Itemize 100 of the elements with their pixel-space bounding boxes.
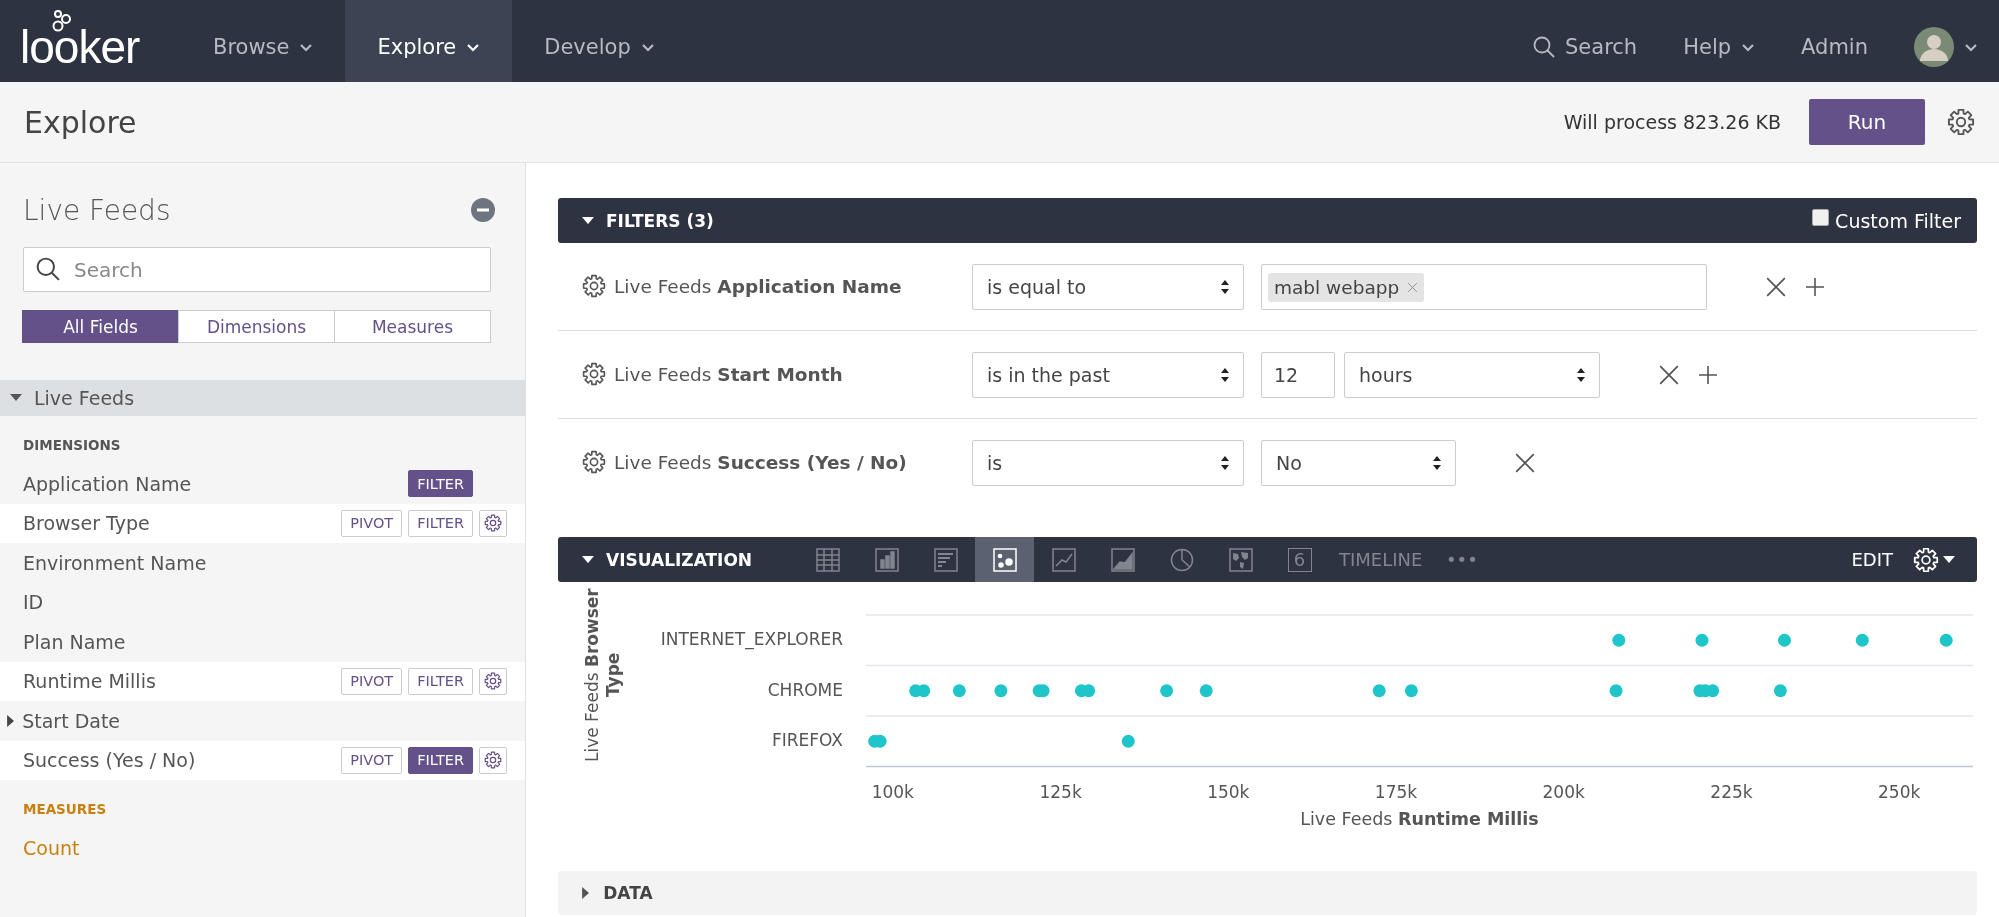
data-point (1855, 633, 1869, 647)
help-menu[interactable]: Help (1683, 23, 1756, 59)
category-label: INTERNET_EXPLORER (660, 629, 843, 650)
field-row[interactable]: Environment Name (0, 543, 525, 583)
field-label: Start Date (22, 709, 122, 732)
avatar-icon (1914, 27, 1954, 67)
field-row[interactable]: Start Date (0, 701, 525, 741)
close-icon[interactable] (1765, 276, 1787, 298)
data-section-header[interactable]: DATA (558, 871, 1977, 915)
caret-right-icon[interactable] (582, 887, 590, 899)
data-point (1939, 633, 1953, 647)
field-label: Count (23, 836, 81, 859)
section-heading: MEASURES (22, 800, 108, 819)
field-action-button[interactable]: FILTER (408, 509, 473, 537)
field-label: Runtime Millis (23, 670, 157, 693)
unit-select[interactable]: hours (1344, 352, 1600, 398)
field-action-button[interactable]: FILTER (408, 746, 473, 774)
visualization-settings-button[interactable] (1913, 546, 1955, 573)
data-point (917, 684, 931, 698)
chevron-down-icon (466, 42, 481, 52)
operator-select[interactable]: is equal to (972, 264, 1244, 310)
field-action-button[interactable]: PIVOT (341, 746, 403, 774)
section-heading: DIMENSIONS (22, 436, 122, 455)
search-icon (36, 257, 60, 281)
number-input-field[interactable]: 12 (1261, 352, 1335, 398)
visualization-header[interactable]: VISUALIZATION 6 TIMELINE ••• EDIT (558, 537, 1977, 582)
field-action-button[interactable]: FILTER (408, 667, 473, 695)
admin-link[interactable]: Admin (1801, 23, 1868, 59)
tick-label: 125k (1039, 781, 1082, 802)
data-point (994, 684, 1008, 698)
field-action-button[interactable]: PIVOT (341, 667, 403, 695)
field-action-button[interactable]: PIVOT (341, 509, 403, 537)
chart-type-tab[interactable] (975, 537, 1034, 582)
field-settings-button[interactable] (479, 667, 507, 695)
sort-arrows-icon (1221, 280, 1229, 294)
chevron-down-icon (299, 42, 314, 52)
field-action-button[interactable]: FILTER (408, 470, 473, 498)
data-point (1404, 684, 1418, 698)
custom-filter-checkbox[interactable] (1812, 209, 1830, 226)
visualization-title: VISUALIZATION (606, 549, 753, 570)
data-point (1695, 633, 1709, 647)
field-row[interactable]: ID (0, 582, 525, 622)
operator-select[interactable]: is in the past (972, 352, 1244, 398)
value-input-field[interactable]: mabl webapp (1261, 264, 1707, 310)
caret-down-icon[interactable] (582, 216, 594, 225)
caret-down-icon[interactable] (582, 555, 594, 564)
tick-label: 200k (1542, 781, 1585, 802)
search-field[interactable]: Search (23, 247, 491, 292)
tick-label: 250k (1878, 781, 1921, 802)
settings-icon (1913, 546, 1939, 573)
area-chart-icon (1109, 546, 1136, 573)
close-icon[interactable] (1514, 452, 1536, 474)
chevron-down-icon (1964, 42, 1978, 52)
sort-arrows-icon (1433, 456, 1441, 470)
field-row[interactable]: Application Name FILTER (0, 464, 525, 504)
settings-icon (582, 450, 606, 474)
settings-icon (582, 274, 606, 298)
field-row[interactable]: Success (Yes / No) PIVOT FILTER (0, 740, 525, 780)
close-icon[interactable] (1658, 364, 1680, 386)
data-point (952, 684, 966, 698)
data-point (1372, 684, 1386, 698)
field-row[interactable]: Plan Name (0, 622, 525, 662)
scatter-chart-icon (991, 546, 1018, 573)
caret-down-icon[interactable] (10, 394, 22, 402)
field-label: Success (Yes / No) (23, 749, 197, 772)
filter-field-label: Live Feeds Application Name (614, 275, 902, 297)
custom-filter-label[interactable]: Custom Filter (1835, 209, 1961, 232)
plus-icon[interactable] (1805, 277, 1825, 297)
value-token[interactable]: mabl webapp (1268, 272, 1425, 302)
value-select[interactable]: No (1261, 440, 1456, 486)
search-button[interactable]: Search (1533, 23, 1638, 59)
field-settings-button[interactable] (479, 509, 507, 537)
field-filter-tab[interactable]: Dimensions (178, 310, 335, 343)
field-label: ID (23, 591, 45, 614)
data-point (1121, 734, 1135, 748)
field-filter-tab[interactable]: Measures (334, 310, 491, 343)
filter-field-label: Live Feeds Success (Yes / No) (614, 451, 907, 473)
table-icon (814, 546, 841, 573)
nav-menu-item[interactable]: Develop (512, 0, 687, 82)
run-button[interactable]: Run (1809, 99, 1925, 145)
field-label: Application Name (23, 472, 193, 495)
view-group-label: Live Feeds (34, 387, 135, 409)
tick-label: 225k (1710, 781, 1753, 802)
sort-arrows-icon (1221, 368, 1229, 382)
nav-menu-item[interactable]: Browse (181, 0, 346, 82)
field-row[interactable]: Runtime Millis PIVOT FILTER (0, 661, 525, 701)
edit-button[interactable]: EDIT (1851, 549, 1893, 570)
filters-header[interactable]: FILTERS (3) Custom Filter (558, 198, 1977, 243)
collapse-icon[interactable] (471, 198, 495, 222)
nav-menu-item[interactable]: Explore (345, 0, 513, 82)
data-point (1778, 633, 1791, 647)
caret-right-icon[interactable] (7, 714, 15, 727)
field-filter-tab[interactable]: All Fields (22, 310, 179, 343)
looker-logo[interactable]: looker (20, 12, 181, 70)
field-row[interactable]: Browser Type PIVOT FILTER (0, 503, 525, 543)
view-group-header[interactable]: Live Feeds (0, 380, 525, 416)
plus-icon[interactable] (1698, 365, 1718, 385)
field-settings-button[interactable] (479, 746, 507, 774)
chevron-down-icon (1741, 42, 1756, 52)
operator-select[interactable]: is (972, 440, 1244, 486)
